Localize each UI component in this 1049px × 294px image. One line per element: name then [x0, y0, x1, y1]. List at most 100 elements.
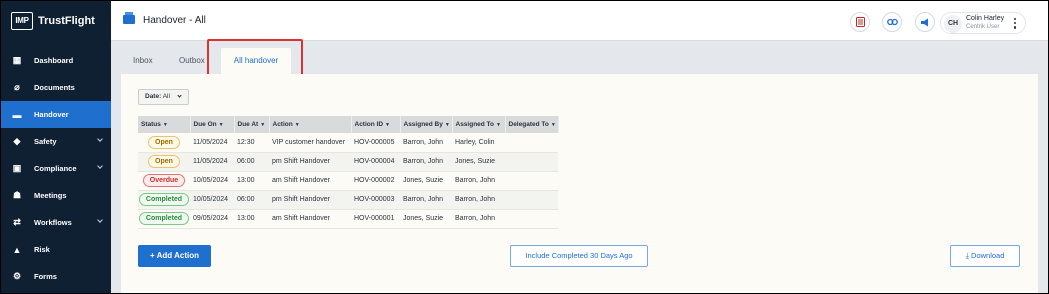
table-row[interactable]: Open 11/05/2024 06:00 pm Shift Handover HOV-…: [138, 152, 558, 172]
dashboard-icon: ▦: [12, 55, 22, 65]
cell-due-at: 06:00: [234, 152, 269, 172]
cell-due-on: 10/05/2024: [190, 171, 234, 191]
cell-assigned-to: Harley, Colin: [452, 133, 505, 153]
forms-icon: ⚙: [12, 271, 22, 281]
status-badge: Overdue: [142, 174, 186, 187]
cell-assigned-to: Barron, John: [452, 190, 505, 210]
date-filter-label: Date:: [145, 93, 162, 100]
chevron-down-icon: [97, 136, 103, 142]
handover-icon: ▬: [12, 109, 22, 120]
status-cell: Overdue: [138, 171, 190, 191]
status-cell: Completed: [138, 209, 190, 229]
table-row[interactable]: Open 11/05/2024 12:30 VIP customer handover…: [138, 133, 558, 153]
user-name: Colin Harley: [966, 15, 1005, 22]
sidebar-item-workflows[interactable]: ⇄ Workflows: [1, 209, 111, 236]
column-header[interactable]: Action ID ▼: [351, 116, 401, 133]
sidebar-item-meetings[interactable]: ☗ Meetings: [1, 182, 111, 209]
sidebar-item-risk[interactable]: ▲ Risk: [1, 236, 111, 263]
workflows-icon: ⇄: [13, 217, 21, 227]
megaphone-icon: [921, 18, 928, 26]
cell-due-at: 12:30: [234, 133, 269, 153]
cell-delegated-to: [505, 152, 558, 172]
cell-due-at: 06:00: [234, 190, 269, 210]
sort-caret-icon: ▼: [260, 122, 266, 128]
download-label: Download: [971, 251, 1005, 260]
column-header-label: Action: [272, 121, 293, 128]
sidebar-item-label: Safety: [34, 137, 57, 146]
cell-assigned-by: Barron, John: [400, 133, 452, 153]
more-options-icon[interactable]: [1014, 18, 1017, 29]
chevron-down-icon: [97, 163, 103, 169]
cell-action-id: HOV-000002: [351, 171, 400, 191]
handover-icon: [123, 12, 135, 24]
status-cell: Open: [138, 152, 190, 172]
cell-delegated-to: [505, 133, 558, 153]
handover-table: Status ▼ Due On ▼ Due At ▼ Action ▼ Action ID ▼ As…: [138, 116, 559, 229]
sidebar-item-forms[interactable]: ⚙ Forms: [1, 263, 111, 290]
table-header-row: Status ▼ Due On ▼ Due At ▼ Action ▼ Action ID ▼ As…: [138, 116, 559, 133]
column-header[interactable]: Assigned By ▼: [400, 116, 453, 133]
download-button[interactable]: ⤓ Download: [950, 245, 1020, 267]
link-button[interactable]: [882, 12, 902, 32]
column-header[interactable]: Status ▼: [138, 116, 191, 133]
cell-action: pm Shift Handover: [269, 190, 351, 210]
table-row[interactable]: Completed 09/05/2024 13:00 am Shift Handove…: [138, 209, 558, 229]
cell-assigned-by: Barron, John: [400, 152, 452, 172]
column-header-label: Assigned By: [403, 121, 443, 128]
link-icon: [886, 18, 898, 26]
column-header-label: Status: [141, 121, 161, 128]
table-row[interactable]: Completed 10/05/2024 06:00 pm Shift Handove…: [138, 190, 558, 210]
cell-action-id: HOV-000001: [351, 209, 400, 229]
document-list-button[interactable]: [850, 12, 870, 32]
table-row[interactable]: Overdue 10/05/2024 13:00 am Shift Handover H…: [138, 171, 558, 191]
cell-assigned-to: Jones, Suzie: [452, 152, 505, 172]
add-action-button[interactable]: + Add Action: [138, 245, 211, 267]
date-filter-dropdown[interactable]: Date: All: [138, 89, 189, 105]
column-header[interactable]: Delegated To ▼: [505, 116, 559, 133]
logo[interactable]: IMP TrustFlight: [11, 12, 95, 30]
cell-action: pm Shift Handover: [269, 152, 351, 172]
sidebar-item-label: Compliance: [34, 164, 77, 173]
tab-outbox[interactable]: Outbox: [179, 56, 205, 65]
sidebar-item-label: Handover: [34, 110, 69, 119]
cell-due-at: 13:00: [234, 209, 269, 229]
column-header[interactable]: Assigned To ▼: [452, 116, 506, 133]
chevron-down-icon: [97, 217, 103, 223]
header: Handover - All CH Colin Harley Centrik U: [111, 1, 1048, 41]
cell-assigned-by: Jones, Suzie: [400, 209, 452, 229]
paperclip-icon: ⌀: [14, 82, 20, 92]
column-header[interactable]: Due On ▼: [190, 116, 235, 133]
sidebar-item-safety[interactable]: ◆ Safety: [1, 128, 111, 155]
sidebar-item-label: Forms: [34, 272, 57, 281]
sidebar-item-label: Meetings: [34, 191, 67, 200]
cell-due-on: 11/05/2024: [190, 152, 234, 172]
cell-delegated-to: [505, 190, 558, 210]
sidebar-item-dashboard[interactable]: ▦ Dashboard: [1, 47, 111, 74]
sidebar-item-documents[interactable]: ⌀ Documents: [1, 74, 111, 101]
status-cell: Completed: [138, 190, 190, 210]
column-header[interactable]: Action ▼: [269, 116, 352, 133]
include-completed-button[interactable]: Include Completed 30 Days Ago: [510, 245, 648, 267]
status-cell: Open: [138, 133, 190, 153]
cell-action: am Shift Handover: [269, 209, 351, 229]
status-badge: Open: [148, 155, 180, 168]
main-panel: Date: All Status ▼ Due On ▼ Due At ▼ Action ▼ Ac…: [121, 74, 1038, 293]
sidebar-item-compliance[interactable]: ▣ Compliance: [1, 155, 111, 182]
cell-assigned-to: Barron, John: [452, 209, 505, 229]
meetings-icon: ☗: [12, 190, 22, 200]
sidebar-item-handover[interactable]: ▬ Handover: [1, 101, 111, 128]
announcement-button[interactable]: [915, 12, 935, 32]
sort-caret-icon: ▼: [550, 122, 556, 128]
cell-delegated-to: [505, 171, 558, 191]
cell-action-id: HOV-000003: [351, 190, 400, 210]
tab-inbox[interactable]: Inbox: [133, 56, 153, 65]
cell-due-on: 09/05/2024: [190, 209, 234, 229]
app-window: IMP TrustFlight ▦ Dashboard ⌀ Documents ▬ Han…: [1, 1, 1048, 293]
column-header-label: Due On: [193, 121, 217, 128]
page-title: Handover - All: [143, 15, 206, 26]
column-header[interactable]: Due At ▼: [234, 116, 270, 133]
user-menu[interactable]: CH Colin Harley Centrik User: [940, 12, 1026, 34]
sidebar-item-label: Documents: [34, 83, 75, 92]
cell-delegated-to: [505, 209, 558, 229]
logo-mark: IMP: [11, 12, 33, 30]
